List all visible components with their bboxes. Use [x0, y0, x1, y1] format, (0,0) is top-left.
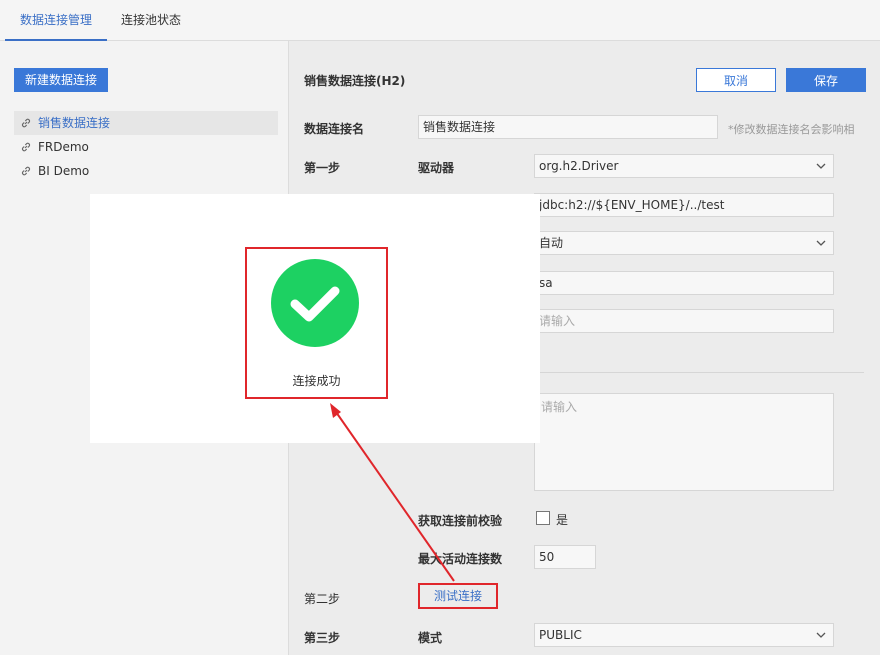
step2-label: 第二步 [304, 592, 341, 606]
username-input[interactable]: sa [534, 271, 834, 295]
connection-item-label: 销售数据连接 [38, 116, 111, 130]
step3-label: 第三步 [304, 631, 341, 645]
connection-item-bidemo[interactable]: BI Demo [14, 159, 278, 183]
schema-select[interactable]: PUBLIC [534, 623, 834, 647]
connection-title: 销售数据连接(H2) [304, 74, 406, 88]
connection-item-frdemo[interactable]: FRDemo [14, 135, 278, 159]
connection-item-label: FRDemo [38, 140, 89, 154]
driver-select-value: org.h2.Driver [539, 159, 619, 173]
tab-connection-management[interactable]: 数据连接管理 [4, 0, 108, 41]
connection-name-hint: *修改数据连接名会影响相 [728, 123, 855, 136]
validation-sql-textarea[interactable]: 请输入 [534, 393, 834, 491]
password-input[interactable]: 请输入 [534, 309, 834, 333]
link-icon [21, 118, 31, 128]
chevron-down-icon [816, 240, 826, 246]
encoding-select-value: 自动 [539, 236, 564, 250]
save-button[interactable]: 保存 [786, 68, 866, 92]
cancel-button[interactable]: 取消 [696, 68, 776, 92]
validate-option-label: 是 [556, 513, 569, 527]
test-connection-button[interactable]: 测试连接 [418, 583, 498, 609]
success-message: 连接成功 [292, 374, 341, 388]
check-icon [290, 286, 340, 322]
driver-select[interactable]: org.h2.Driver [534, 154, 834, 178]
link-icon [21, 142, 31, 152]
step1-label: 第一步 [304, 161, 341, 175]
encoding-select[interactable]: 自动 [534, 231, 834, 255]
connection-name-input[interactable]: 销售数据连接 [418, 115, 718, 139]
connection-success-dialog: 连接成功 [90, 194, 540, 443]
validate-checkbox[interactable] [536, 511, 550, 525]
connection-name-label: 数据连接名 [304, 122, 365, 136]
schema-select-value: PUBLIC [539, 628, 582, 642]
check-circle-icon [271, 259, 359, 347]
database-url-input[interactable]: jdbc:h2://${ENV_HOME}/../test [534, 193, 834, 217]
chevron-down-icon [816, 632, 826, 638]
max-active-label: 最大活动连接数 [418, 552, 503, 566]
connection-item-sales[interactable]: 销售数据连接 [14, 111, 278, 135]
chevron-down-icon [816, 163, 826, 169]
validate-before-get-label: 获取连接前校验 [418, 514, 503, 528]
driver-label: 驱动器 [418, 161, 455, 175]
new-connection-button[interactable]: 新建数据连接 [14, 68, 108, 92]
max-active-input[interactable]: 50 [534, 545, 596, 569]
tab-pool-status[interactable]: 连接池状态 [121, 0, 181, 41]
link-icon [21, 166, 31, 176]
connection-item-label: BI Demo [38, 164, 90, 178]
section-divider [534, 372, 864, 373]
top-tab-bar: 数据连接管理 连接池状态 [0, 0, 880, 41]
schema-label: 模式 [418, 631, 443, 645]
